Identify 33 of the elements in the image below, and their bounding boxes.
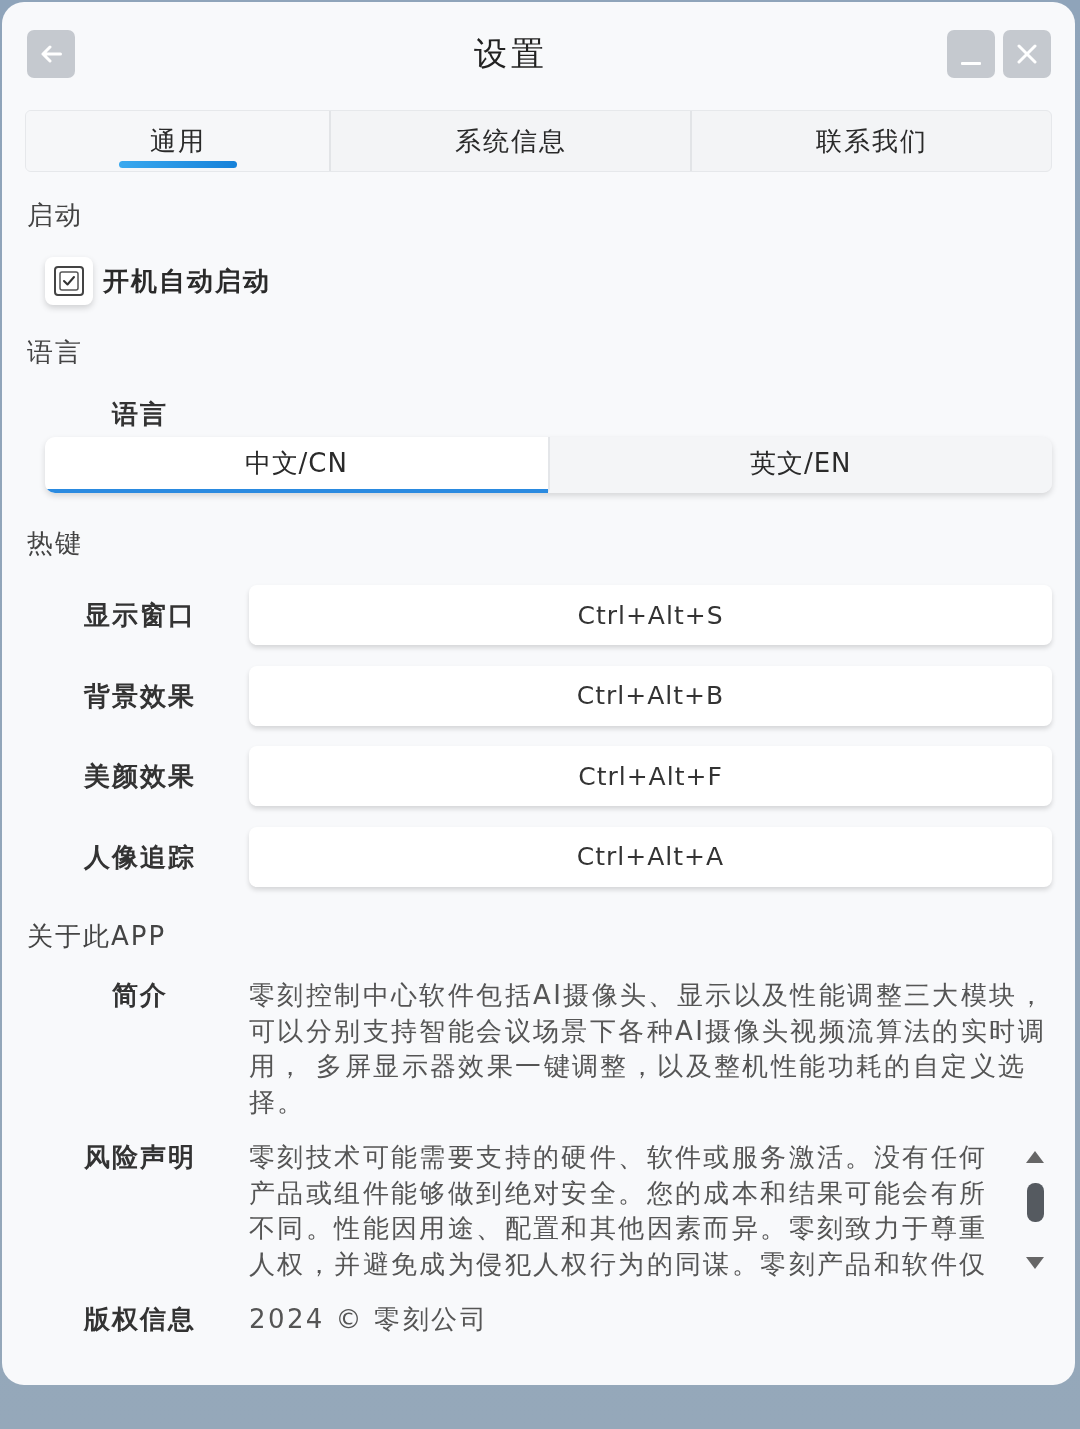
shortcut-button[interactable]: Ctrl+Alt+B [249, 665, 1052, 726]
section-heading: 启动 [26, 200, 83, 230]
left-arrow-icon [40, 45, 62, 63]
minimize-icon [961, 62, 981, 65]
language-option[interactable]: 中文/CN [45, 437, 548, 493]
hotkey-label: 美颜效果 [84, 761, 196, 791]
section-heading: 热键 [26, 528, 83, 558]
checkbox-label: 开机自动启动 [103, 266, 271, 296]
section-heading: 关于此APP [26, 921, 167, 951]
shortcut-button[interactable]: Ctrl+Alt+S [249, 585, 1052, 645]
section-heading: 语言 [26, 337, 83, 367]
info-text: 零刻控制中心软件包括AI摄像头、显示以及性能调整三大模块，可以分别支持智能会议场景下各种AI摄像头视频流算法的实时调用， 多屏显示器效果一键调整，以及整机性能功耗的自定义选择。 [249, 979, 1048, 1119]
hotkey-label: 人像追踪 [84, 841, 196, 872]
shortcut-button[interactable]: Ctrl+Alt+F [249, 746, 1052, 806]
field-label: 语言 [110, 399, 169, 429]
tab[interactable]: 系统信息 [329, 111, 690, 171]
scrollable-text: 零刻技术可能需要支持的硬件、软件或服务激活。没有任何产品或组件能够做到绝对安全。您的成本和结果可能会有所不同。性能因用途、配置和其他因素而异。零刻致力于尊重人权，并避免成为侵犯人权行为的同谋。零刻产品和软件仅 [249, 1141, 989, 1281]
shortcut-button[interactable]: Ctrl+Alt+A [249, 826, 1052, 887]
tab[interactable]: 联系我们 [690, 111, 1051, 171]
checkbox[interactable] [45, 257, 93, 305]
close-icon [1017, 44, 1037, 64]
info-text: 2024 © 零刻公司 [249, 1303, 490, 1336]
scroll-up-icon[interactable] [1025, 1150, 1045, 1164]
window-title: 设置 [474, 33, 548, 75]
info-label: 简介 [112, 979, 168, 1012]
info-label: 版权信息 [84, 1303, 196, 1336]
language-option[interactable]: 英文/EN [547, 437, 1052, 493]
hotkey-label: 背景效果 [84, 680, 196, 711]
info-label: 风险声明 [84, 1141, 196, 1174]
ticked-box-icon [54, 266, 84, 296]
hotkey-label: 显示窗口 [84, 600, 196, 630]
scrollbar-thumb[interactable] [1026, 1183, 1044, 1222]
scroll-down-icon[interactable] [1025, 1256, 1045, 1270]
